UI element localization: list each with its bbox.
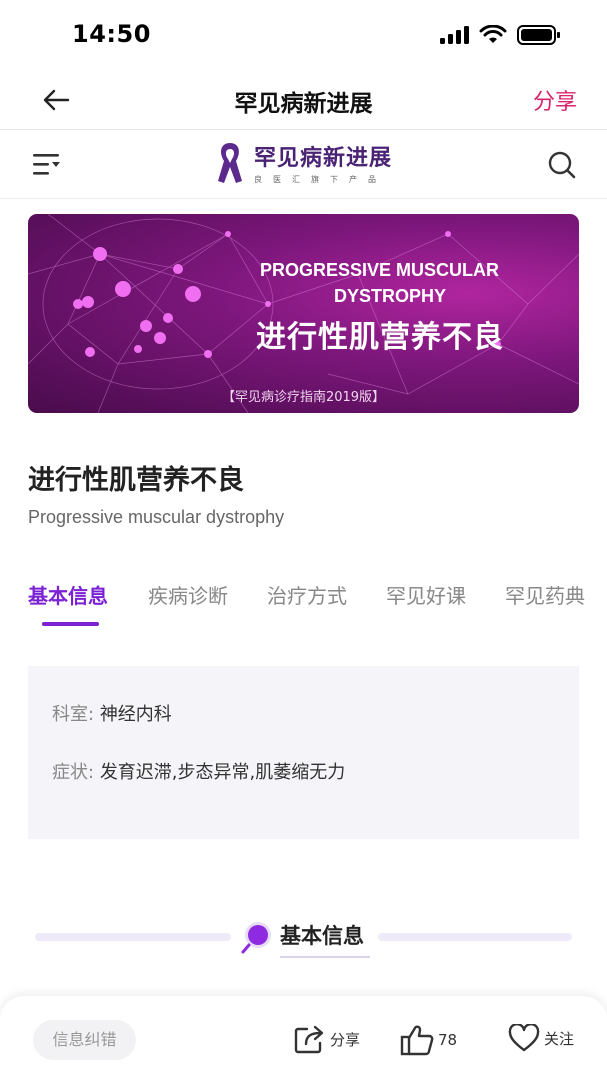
basic-info-card: 科室: 神经内科 症状: 发育迟滞,步态异常,肌萎缩无力 <box>28 666 579 839</box>
brand-subtitle: 良医汇旗下产品 <box>254 175 387 184</box>
like-action[interactable]: 78 <box>400 1024 457 1056</box>
navigation-bar: 罕见病新进展 分享 <box>0 70 607 130</box>
status-time: 14:50 <box>72 20 151 48</box>
brand-name: 罕见病新进展 <box>254 146 393 171</box>
tab-basic-info[interactable]: 基本信息 <box>28 580 108 609</box>
brand-bar: 罕见病新进展 良医汇旗下产品 <box>0 131 607 199</box>
share-button[interactable]: 分享 <box>533 84 577 116</box>
disease-banner: PROGRESSIVE MUSCULAR DYSTROPHY 进行性肌营养不良 … <box>28 214 579 413</box>
banner-caption: 【罕见病诊疗指南2019版】 <box>221 390 386 405</box>
department-value: 神经内科 <box>99 704 172 725</box>
like-count: 78 <box>438 1031 458 1049</box>
tab-drug-dictionary[interactable]: 罕见药典 <box>505 580 585 609</box>
tab-diagnosis[interactable]: 疾病诊断 <box>148 580 228 609</box>
symptoms-value: 发育迟滞,步态异常,肌萎缩无力 <box>99 762 346 783</box>
section-title-underline <box>280 956 370 958</box>
wifi-icon <box>479 25 507 43</box>
awareness-ribbon-icon <box>218 142 242 183</box>
section-header: 基本信息 <box>0 910 607 970</box>
section-title: 基本信息 <box>280 924 364 948</box>
banner-title-cn: 进行性肌营养不良 <box>256 320 504 355</box>
thumbs-up-icon <box>400 1025 434 1056</box>
menu-filter-icon[interactable] <box>33 152 61 178</box>
report-error-button[interactable]: 信息纠错 <box>33 1020 136 1060</box>
department-label: 科室: <box>52 704 95 725</box>
department-row: 科室: 神经内科 <box>52 700 172 726</box>
tab-treatment[interactable]: 治疗方式 <box>267 580 347 609</box>
tab-courses[interactable]: 罕见好课 <box>386 580 466 609</box>
bottom-action-bar: 信息纠错 分享 78 关注 <box>0 996 607 1080</box>
follow-label: 关注 <box>544 1029 575 1048</box>
cellular-signal-icon <box>440 26 469 44</box>
share-action-label: 分享 <box>330 1030 361 1049</box>
search-icon[interactable] <box>547 150 577 180</box>
active-tab-indicator <box>42 622 99 626</box>
magnifier-icon <box>241 922 271 954</box>
brand-logo: 罕见病新进展 良医汇旗下产品 <box>216 140 392 185</box>
section-divider-left <box>35 933 231 941</box>
disease-title: 进行性肌营养不良 <box>28 465 244 496</box>
disease-english-name: Progressive muscular dystrophy <box>28 507 285 527</box>
heart-icon <box>508 1024 540 1052</box>
status-icons <box>439 24 561 46</box>
status-bar: 14:50 <box>0 0 607 70</box>
share-icon <box>294 1025 324 1054</box>
follow-action[interactable]: 关注 <box>508 1024 574 1052</box>
content-tabs: 基本信息 疾病诊断 治疗方式 罕见好课 罕见药典 <box>28 580 607 630</box>
share-action[interactable]: 分享 <box>294 1024 360 1054</box>
battery-icon <box>517 25 560 45</box>
section-divider-right <box>378 933 572 941</box>
symptoms-label: 症状: <box>52 762 95 783</box>
page-title: 罕见病新进展 <box>234 91 373 117</box>
symptoms-row: 症状: 发育迟滞,步态异常,肌萎缩无力 <box>52 758 345 784</box>
banner-title-en-line2: DYSTROPHY <box>334 286 447 306</box>
banner-title-en-line1: PROGRESSIVE MUSCULAR <box>260 260 500 280</box>
